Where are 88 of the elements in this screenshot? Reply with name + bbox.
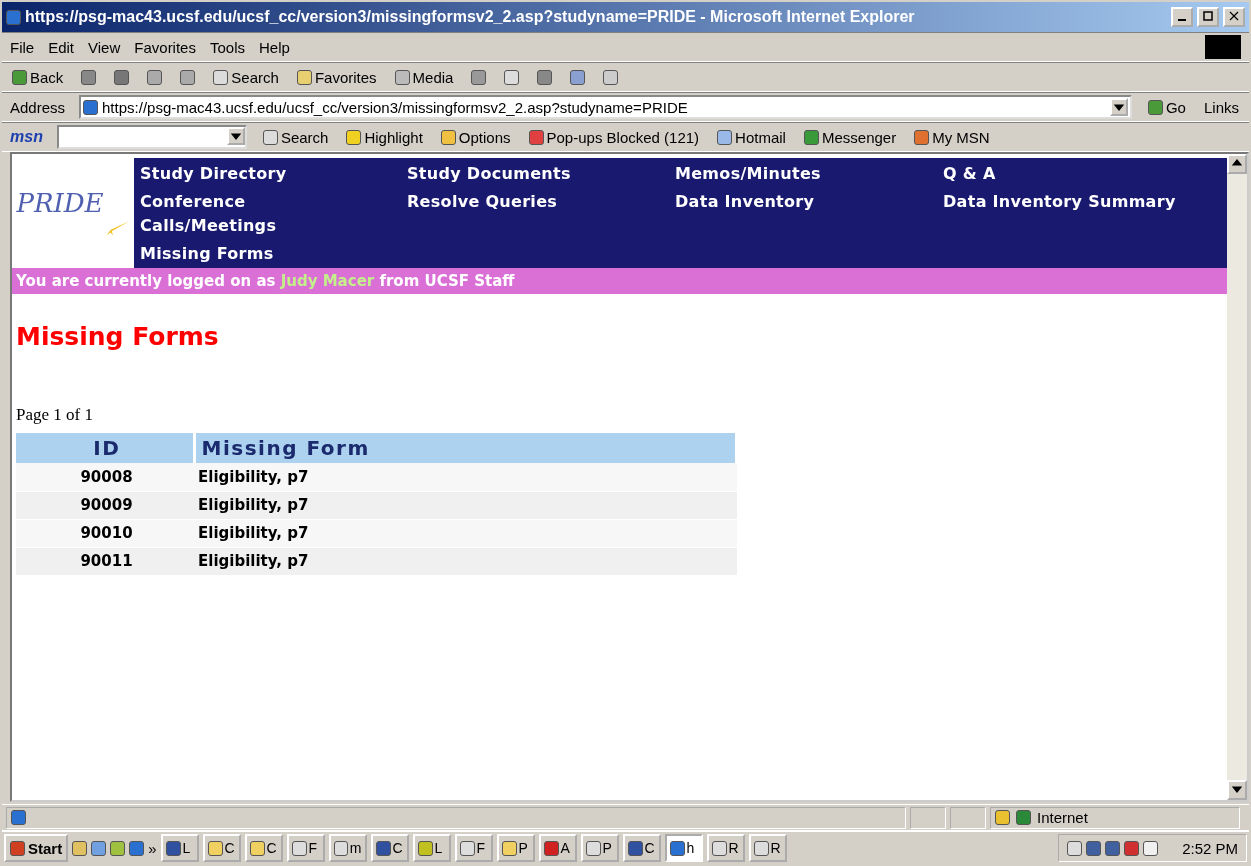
taskbar-button[interactable]: P [580,834,619,862]
links-button[interactable]: Links [1201,98,1241,116]
msn-search-field[interactable] [56,125,247,149]
quick-launch-icon[interactable] [110,840,126,856]
nav-link[interactable]: Data Inventory [675,190,943,214]
nav-link[interactable]: Conference Calls/Meetings [140,190,340,238]
table-cell: Eligibility, p7 [194,519,737,547]
close-icon [1229,11,1239,21]
close-button[interactable] [1223,7,1245,27]
caret-icon [1113,102,1124,112]
nav-link[interactable]: Study Documents [407,162,675,186]
window-title: https://psg-mac43.ucsf.edu/ucsf_cc/version3/missingformsv2_2.asp?studyname=PRIDE - Microsoft Internet Explorer [25,8,916,26]
nav-link[interactable]: Missing Forms [140,242,340,266]
taskbar-button[interactable]: P [496,834,535,862]
table-cell: Eligibility, p7 [194,547,737,575]
dropdown-button[interactable] [226,127,245,145]
minimize-icon [1178,19,1186,21]
pager-text: Page 1 of 1 [16,405,94,425]
messenger-button[interactable]: Messenger [801,128,899,146]
taskbar-button[interactable]: L [412,834,451,862]
column-header: ID [16,433,194,463]
search-button[interactable]: Search [260,128,331,146]
tray-icon[interactable] [1105,840,1121,856]
login-text: You are currently logged on as Judy Macer from UCSF Staff [16,272,515,290]
tray-icon[interactable] [1124,840,1140,856]
table-cell: 90010 [16,519,194,547]
popups-button[interactable]: Pop-ups Blocked (121) [526,128,702,146]
taskbar-button[interactable]: h [664,834,703,862]
menu-item[interactable]: Tools [209,38,245,56]
dropdown-button[interactable] [1109,98,1128,116]
go-button[interactable]: Go [1145,98,1188,116]
up-arrow-icon [1232,158,1242,168]
menu-item[interactable]: Help [259,38,290,56]
column-header: Missing Form [194,433,737,463]
table-cell: Eligibility, p7 [194,463,737,491]
nav-link[interactable]: Q & A [943,162,1227,186]
taskbar-button[interactable]: F [286,834,325,862]
nav-link[interactable]: Memos/Minutes [675,162,943,186]
page-heading: Missing Forms [16,322,220,351]
nav-link[interactable]: Data Inventory Summary [943,190,1227,214]
taskbar-button[interactable]: C [370,834,409,862]
favorites-button[interactable]: Favorites [294,68,379,86]
table-cell: 90011 [16,547,194,575]
maximize-icon [1203,11,1213,21]
quick-launch-icon[interactable] [72,840,88,856]
scroll-up-button[interactable] [1227,154,1247,174]
table-cell: 90009 [16,491,194,519]
zone-label: Internet [1037,809,1088,826]
maximize-button[interactable] [1197,7,1219,27]
caret-icon [230,131,241,141]
address-label: Address [10,98,66,116]
table-cell: 90008 [16,463,194,491]
minimize-button[interactable] [1171,7,1193,27]
start-button[interactable]: Start [4,834,69,862]
menu-item[interactable]: View [88,38,121,56]
down-arrow-icon [1232,784,1242,794]
scroll-down-button[interactable] [1227,780,1247,800]
msn-logo[interactable]: msn [10,128,43,146]
taskbar-button[interactable]: R [748,834,787,862]
highlight-button[interactable]: Highlight [344,128,425,146]
tray-icon[interactable] [1086,840,1102,856]
nav-link[interactable]: Study Directory [140,162,340,186]
taskbar-button[interactable]: R [706,834,745,862]
quick-launch-icon[interactable] [129,840,145,856]
back-button[interactable]: Back [10,68,66,86]
menu-item[interactable]: Favorites [134,38,196,56]
hotmail-button[interactable]: Hotmail [715,128,788,146]
mymsn-button[interactable]: My MSN [912,128,992,146]
options-button[interactable]: Options [438,128,513,146]
taskbar-button[interactable]: L [160,834,199,862]
more-chevron[interactable]: » [148,839,157,857]
quick-launch-icon[interactable] [91,840,107,856]
nav-link[interactable]: Resolve Queries [407,190,675,214]
table-cell: Eligibility, p7 [194,491,737,519]
taskbar-button[interactable]: C [244,834,283,862]
taskbar-button[interactable]: m [328,834,367,862]
site-logo: PRIDE [16,188,104,218]
address-field[interactable]: https://psg-mac43.ucsf.edu/ucsf_cc/version3/missingformsv2_2.asp?studyname=PRIDE [79,95,1132,119]
scrollbar[interactable] [1227,154,1247,800]
taskbar-button[interactable]: C [202,834,241,862]
search-button[interactable]: Search [211,68,281,86]
taskbar-button[interactable]: F [454,834,493,862]
clock: 2:52 PM [1182,839,1238,857]
media-button[interactable]: Media [392,68,456,86]
menu-item[interactable]: Edit [48,38,75,56]
taskbar-button[interactable]: C [622,834,661,862]
menu-item[interactable]: File [10,38,35,56]
taskbar-button[interactable]: A [538,834,577,862]
